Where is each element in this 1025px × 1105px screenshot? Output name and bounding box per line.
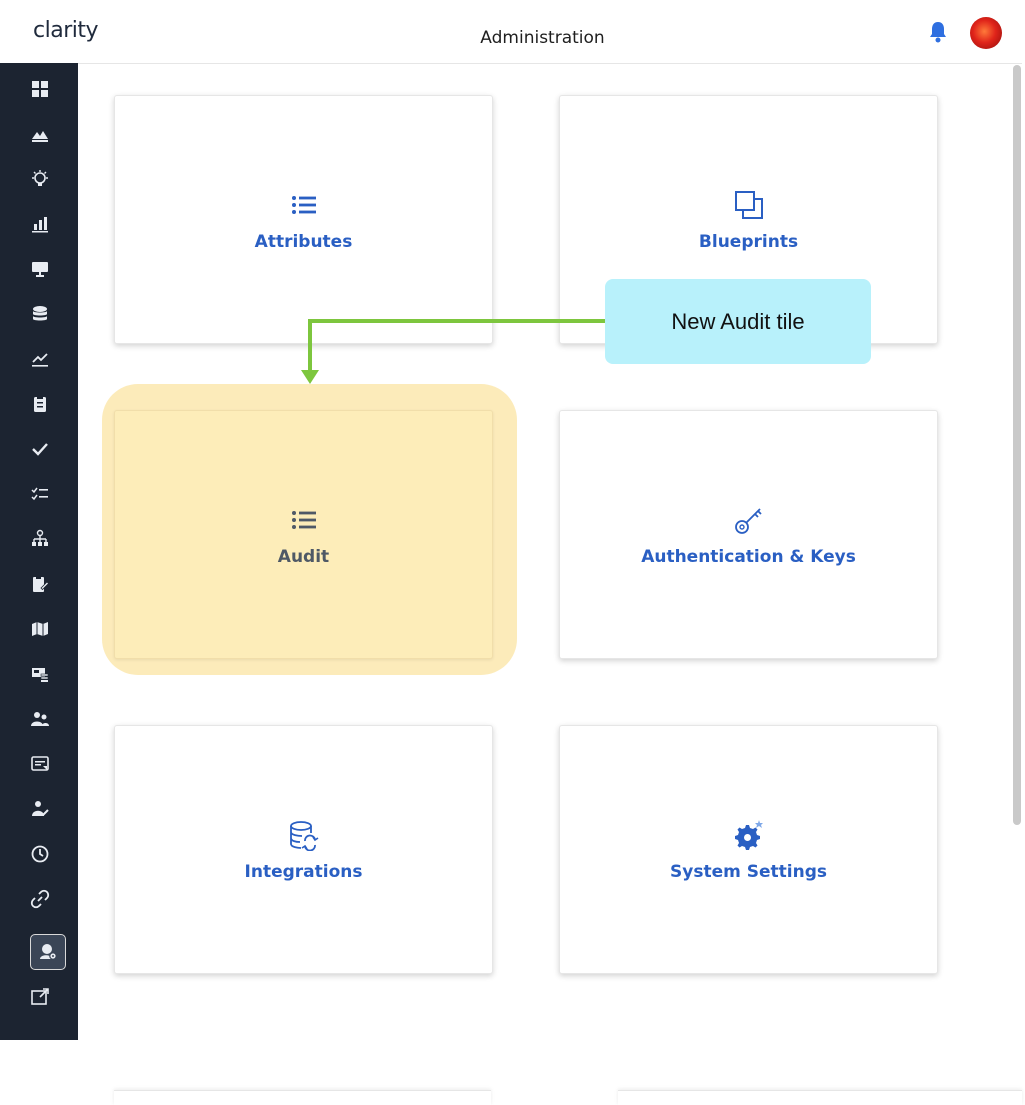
tile-integrations[interactable]: Integrations: [114, 725, 493, 974]
mountain-chart-icon[interactable]: [28, 122, 52, 146]
tile-label: Audit: [277, 546, 330, 567]
link-icon[interactable]: [28, 887, 52, 911]
list-icon: [287, 188, 321, 222]
checkmark-icon[interactable]: [28, 437, 52, 461]
clipboard-icon[interactable]: [28, 392, 52, 416]
key-icon: [732, 503, 766, 537]
tile-attributes[interactable]: Attributes: [114, 95, 493, 344]
lightbulb-icon[interactable]: [28, 167, 52, 191]
notification-bell-icon[interactable]: [928, 20, 948, 44]
tile-label: Attributes: [254, 231, 353, 252]
checklist-icon[interactable]: [28, 482, 52, 506]
page-title: Administration: [480, 28, 605, 48]
dashboard-grid-icon[interactable]: [28, 77, 52, 101]
tile-authentication-keys[interactable]: Authentication & Keys: [559, 410, 938, 659]
top-header: clarity Administration: [0, 0, 1022, 64]
partial-tile-bottom-right: [618, 1090, 1022, 1105]
clock-icon[interactable]: [28, 842, 52, 866]
gear-icon: [732, 818, 766, 852]
map-icon[interactable]: [28, 617, 52, 641]
users-icon[interactable]: [28, 707, 52, 731]
bar-chart-icon[interactable]: [28, 212, 52, 236]
user-edit-icon[interactable]: [28, 797, 52, 821]
scrollbar-thumb[interactable]: [1013, 65, 1021, 825]
tile-label: Integrations: [244, 861, 363, 882]
tile-label: Authentication & Keys: [641, 546, 856, 567]
tile-audit[interactable]: Audit: [114, 410, 493, 659]
annotation-arrow: [301, 319, 608, 384]
screen-money-icon[interactable]: [28, 662, 52, 686]
partial-tile-bottom-left: [114, 1090, 491, 1105]
new-audit-callout: New Audit tile: [605, 279, 871, 364]
line-chart-icon[interactable]: [28, 347, 52, 371]
tile-label: System Settings: [670, 861, 827, 882]
monitor-icon[interactable]: [28, 257, 52, 281]
database-sync-icon: [287, 818, 321, 852]
admin-settings-icon[interactable]: [30, 934, 66, 970]
database-icon[interactable]: [28, 302, 52, 326]
clipboard-edit-icon[interactable]: [28, 572, 52, 596]
form-icon[interactable]: [28, 752, 52, 776]
main-content: Attributes Blueprints Audit Authenticati…: [78, 64, 1022, 1105]
sidebar-nav: [0, 63, 78, 1040]
user-avatar[interactable]: [970, 17, 1002, 49]
list-icon: [287, 503, 321, 537]
tile-system-settings[interactable]: System Settings: [559, 725, 938, 974]
tile-label: Blueprints: [698, 231, 799, 252]
org-chart-icon[interactable]: [28, 527, 52, 551]
layers-icon: [732, 188, 766, 222]
external-link-icon[interactable]: [28, 985, 52, 1009]
